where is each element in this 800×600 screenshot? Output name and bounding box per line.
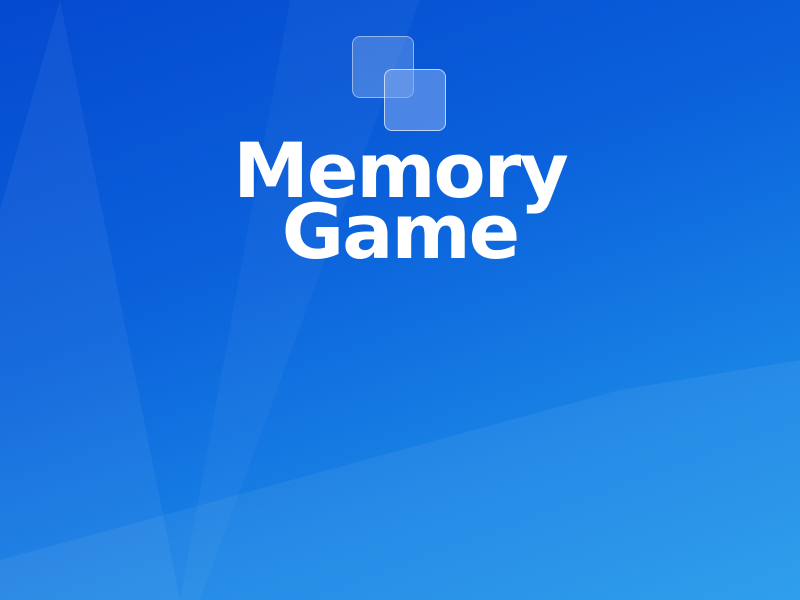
- game-title-game: Game: [281, 187, 520, 276]
- overlapping-cards-icon: [352, 36, 448, 132]
- title-screen: Memory Game: [0, 0, 800, 600]
- card-front-tile: [384, 69, 446, 131]
